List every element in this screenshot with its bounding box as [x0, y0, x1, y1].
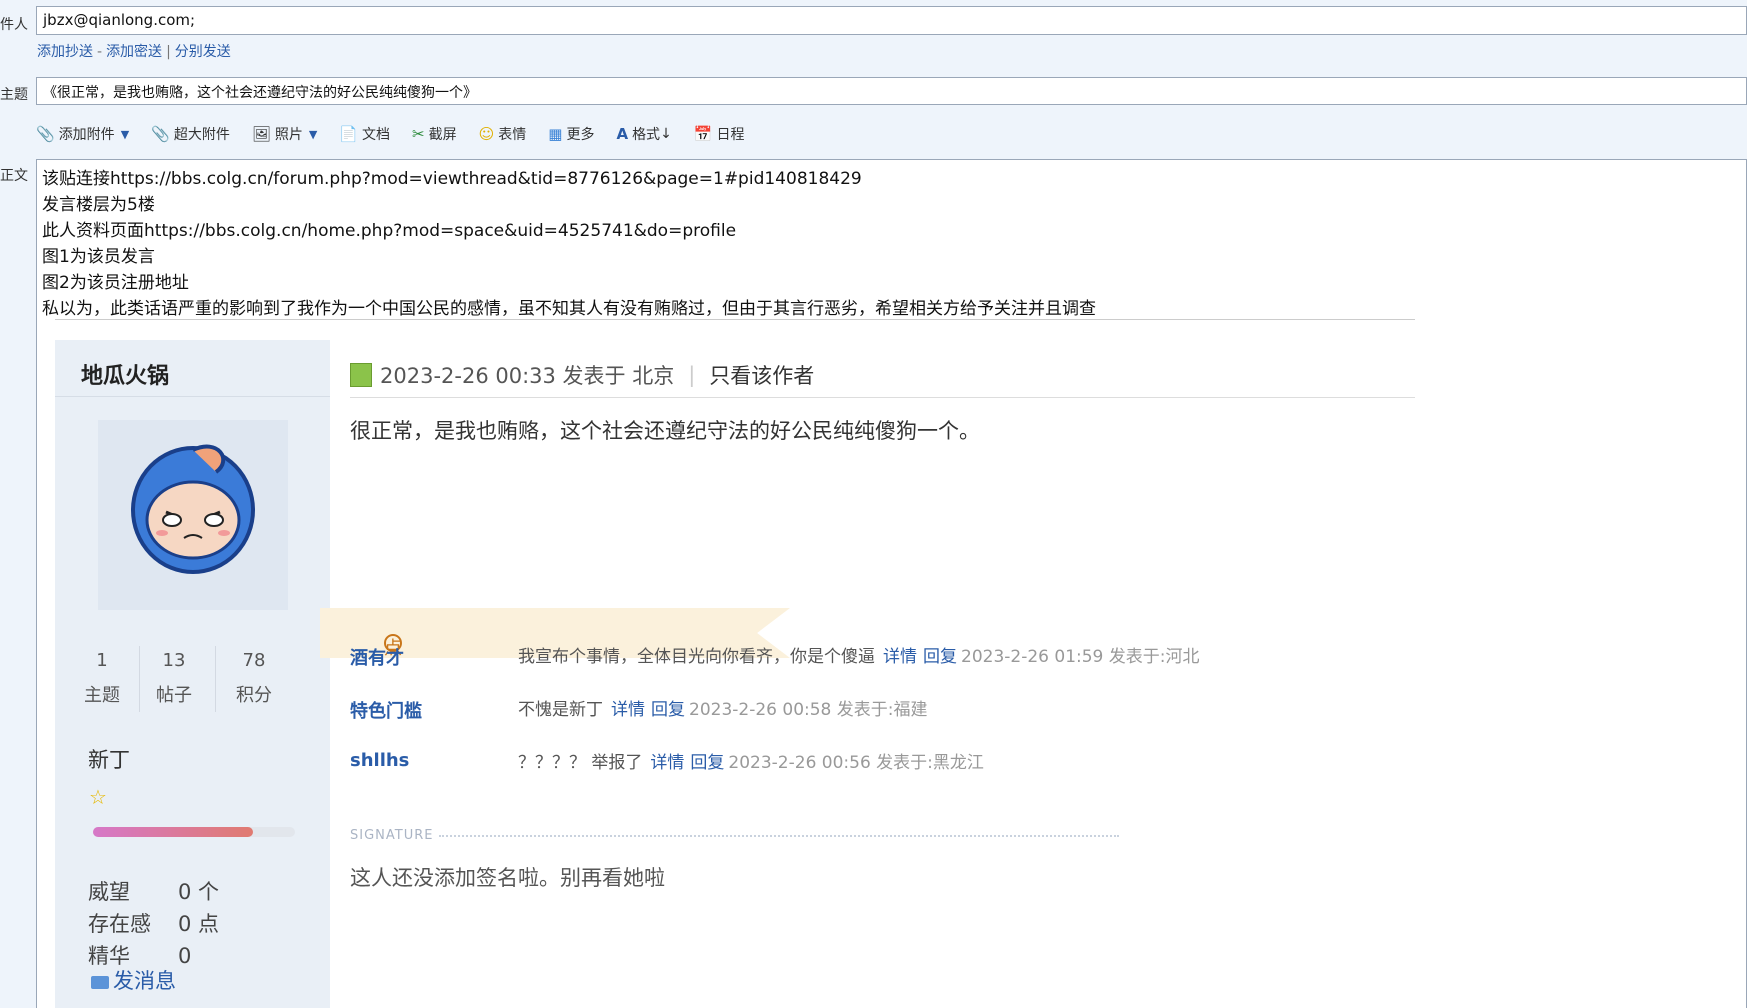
rank-progress-fill: [93, 827, 253, 837]
body-line: 该贴连接https://bbs.colg.cn/forum.php?mod=vi…: [42, 169, 862, 189]
username: 地瓜火锅: [81, 364, 170, 389]
document-icon: 📄: [339, 125, 359, 143]
divider: [55, 319, 1415, 320]
subject-label: 主题: [0, 87, 28, 103]
add-attachment-button[interactable]: 📎 添加附件 ▼: [36, 124, 129, 144]
more-button[interactable]: ▦ 更多: [548, 124, 594, 144]
avatar-icon: [131, 444, 255, 574]
compose-toolbar: 📎 添加附件 ▼ 📎 超大附件 🖼 照片 ▼ 📄 文档 ✂ 截屏 ☺ 表情 ▦ 更多 A 格式 ↓ 📅…: [36, 122, 766, 146]
post-time-location: 2023-2-26 00:33 发表于 北京: [380, 364, 675, 388]
separator: |: [688, 363, 696, 387]
to-label: 件人: [0, 17, 28, 33]
post-header: 2023-2-26 00:33 发表于 北京 | 只看该作者: [350, 360, 814, 390]
to-value: jbzx@qianlong.com;: [43, 11, 196, 29]
comment-reply-link[interactable]: 回复: [690, 753, 724, 773]
photo-icon: 🖼: [251, 125, 271, 143]
font-icon: A: [616, 125, 629, 143]
divider: [55, 396, 330, 397]
body-line: 图1为该员发言: [42, 247, 155, 267]
scissors-icon: ✂: [412, 125, 425, 143]
post-content: 很正常，是我也贿赂，这个社会还遵纪守法的好公民纯纯傻狗一个。: [350, 419, 980, 443]
comment-text: 不愧是新丁: [518, 700, 603, 720]
comment-meta: 2023-2-26 01:59 发表于:河北: [961, 647, 1200, 667]
envelope-icon: [91, 975, 109, 989]
author-panel: 地瓜火锅 1 主题 13 帖子 78 积分 新丁 ☆ 威望 0 个 存在感 0 …: [55, 340, 330, 1008]
comment-meta: 2023-2-26 00:58 发表于:福建: [689, 700, 928, 720]
cc-links: 添加抄送 - 添加密送 | 分别发送: [37, 41, 231, 61]
comment-reply-link[interactable]: 回复: [651, 700, 685, 720]
arrow-down-icon: ↓: [660, 126, 672, 142]
cc-separator: |: [166, 44, 171, 60]
send-message-link[interactable]: 发消息: [91, 965, 176, 995]
signature-label: SIGNATURE: [350, 828, 434, 843]
photo-button[interactable]: 🖼 照片 ▼: [252, 124, 318, 144]
comment-text: ？？？？ 举报了: [518, 753, 643, 773]
only-author-link[interactable]: 只看该作者: [709, 360, 814, 390]
attr-presence: 存在感 0 点: [88, 912, 220, 936]
document-button[interactable]: 📄 文档: [339, 124, 390, 144]
comment-user[interactable]: 酒有才: [350, 644, 404, 670]
embedded-post-image: 地瓜火锅 1 主题 13 帖子 78 积分 新丁 ☆ 威望 0 个 存在感 0 …: [55, 340, 1415, 1008]
smiley-icon: ☺: [478, 125, 495, 143]
add-cc-link[interactable]: 添加抄送: [37, 44, 93, 60]
signature-text: 这人还没添加签名啦。别再看她啦: [350, 866, 665, 890]
subject-field[interactable]: 《很正常，是我也贿赂，这个社会还遵纪守法的好公民纯纯傻狗一个》: [36, 77, 1747, 105]
comment-user[interactable]: shllhs: [350, 750, 409, 771]
grid-icon: ▦: [548, 125, 563, 143]
body-label: 正文: [0, 168, 28, 184]
chevron-down-icon[interactable]: ▼: [121, 128, 129, 141]
divider: [350, 397, 1415, 398]
comment-user[interactable]: 特色门槛: [350, 697, 422, 723]
post-body: 2023-2-26 00:33 发表于 北京 | 只看该作者 很正常，是我也贿赂…: [320, 340, 1415, 1008]
stat-topics[interactable]: 1 主题: [63, 650, 141, 707]
calendar-icon: 📅: [693, 125, 713, 143]
comment-detail-link[interactable]: 详情: [611, 700, 645, 720]
body-line: 图2为该员注册地址: [42, 273, 189, 293]
signature-divider: SIGNATURE: [350, 828, 1120, 843]
post-icon: [350, 363, 372, 387]
paperclip-icon: 📎: [36, 125, 55, 143]
body-text: 该贴连接https://bbs.colg.cn/forum.php?mod=vi…: [42, 166, 1096, 322]
cc-separator: -: [97, 44, 103, 60]
comment-text: 我宣布个事情，全体目光向你看齐，你是个傻逼: [518, 647, 875, 667]
comment-detail-link[interactable]: 详情: [650, 753, 684, 773]
comment-meta: 2023-2-26 00:56 发表于:黑龙江: [728, 753, 984, 773]
add-bcc-link[interactable]: 添加密送: [106, 44, 162, 60]
screenshot-button[interactable]: ✂ 截屏: [412, 124, 457, 144]
stat-posts[interactable]: 13 帖子: [135, 650, 213, 707]
body-line: 此人资料页面https://bbs.colg.cn/home.php?mod=s…: [42, 221, 737, 241]
comment-detail-link[interactable]: 详情: [883, 647, 917, 667]
rank-progress-bar: [93, 827, 295, 837]
big-attachment-button[interactable]: 📎 超大附件: [151, 124, 230, 144]
paperclip-icon: 📎: [151, 125, 170, 143]
to-field[interactable]: jbzx@qianlong.com;: [36, 6, 1747, 35]
send-separately-link[interactable]: 分别发送: [175, 44, 231, 60]
schedule-button[interactable]: 📅 日程: [694, 124, 745, 144]
user-rank: 新丁: [88, 748, 130, 772]
subject-value: 《很正常，是我也贿赂，这个社会还遵纪守法的好公民纯纯傻狗一个》: [43, 85, 477, 101]
comment-reply-link[interactable]: 回复: [923, 647, 957, 667]
format-button[interactable]: A 格式 ↓: [616, 124, 671, 144]
stat-points[interactable]: 78 积分: [215, 650, 293, 707]
avatar: [98, 420, 288, 610]
body-line: 发言楼层为5楼: [42, 195, 155, 215]
star-icon: ☆: [89, 785, 107, 809]
attr-prestige: 威望 0 个: [88, 880, 220, 904]
chevron-down-icon[interactable]: ▼: [309, 128, 317, 141]
emoji-button[interactable]: ☺ 表情: [479, 124, 527, 144]
